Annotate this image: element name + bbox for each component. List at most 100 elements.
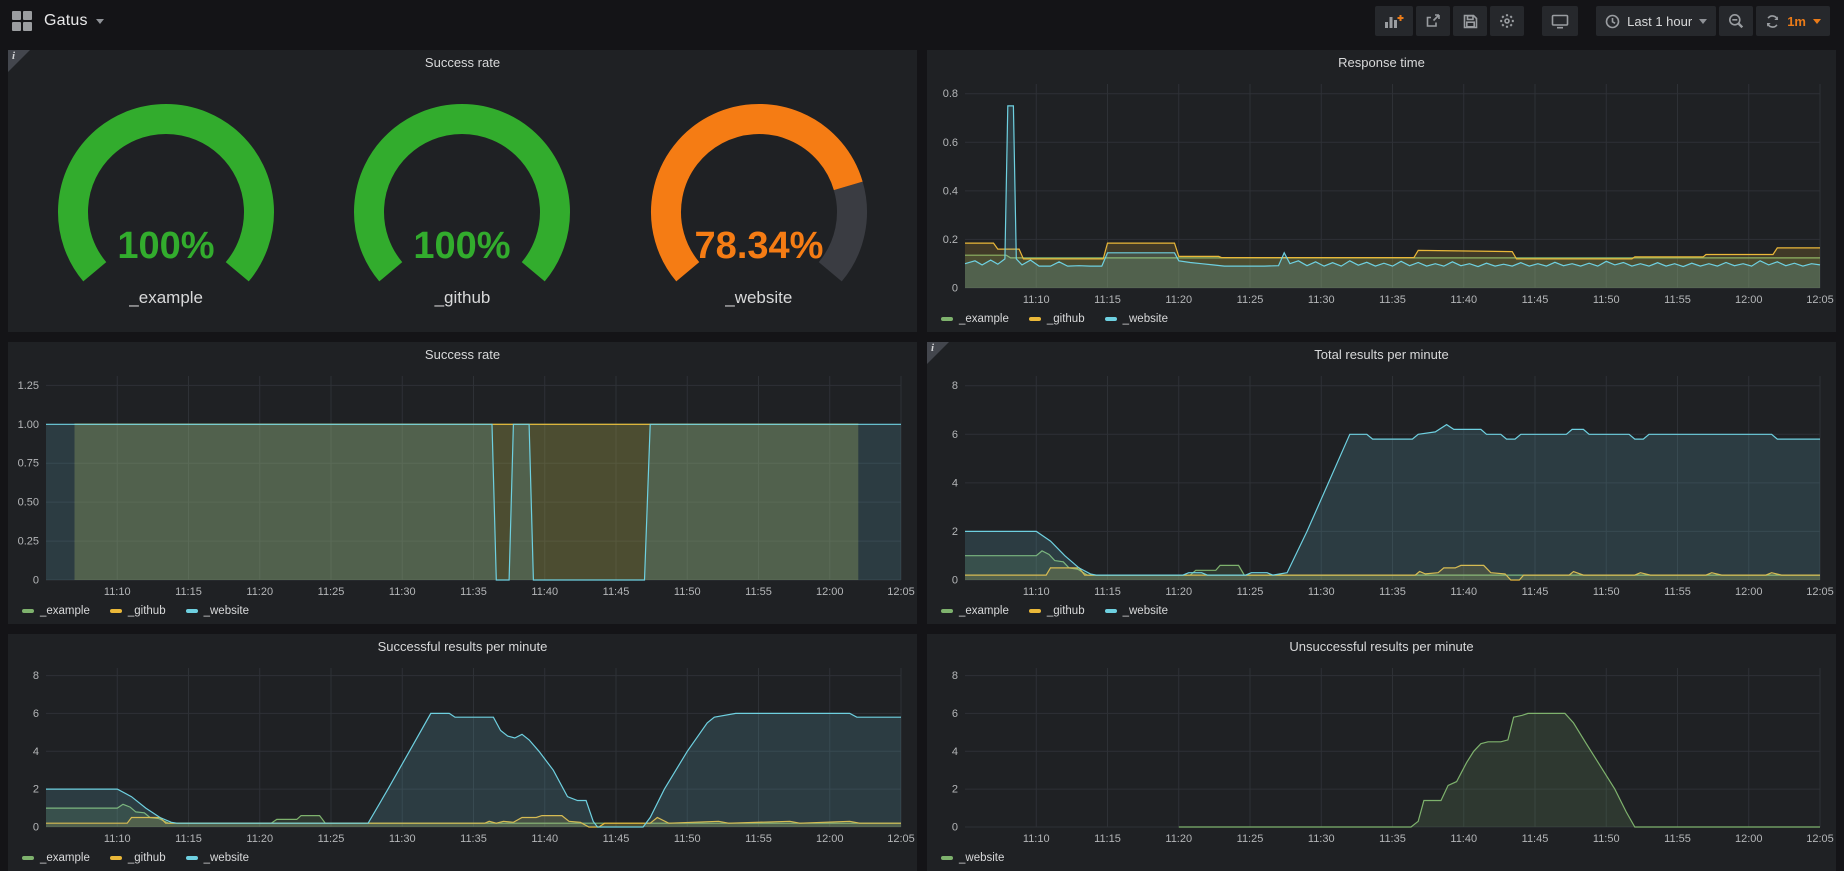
legend-item-_github[interactable]: _github [1029, 313, 1085, 325]
chart-canvas: 0246811:1011:1511:2011:2511:3011:3511:40… [927, 660, 1836, 849]
legend-item-_example[interactable]: _example [22, 605, 90, 617]
panel-title[interactable]: Total results per minute [927, 342, 1836, 368]
info-i: i [12, 50, 15, 62]
svg-text:11:55: 11:55 [1664, 294, 1691, 306]
svg-text:11:10: 11:10 [1023, 294, 1050, 306]
svg-text:8: 8 [33, 670, 39, 682]
svg-text:11:30: 11:30 [1308, 833, 1335, 845]
panel-title[interactable]: Success rate [8, 50, 917, 76]
legend-series-name: _website [959, 852, 1004, 864]
svg-text:0: 0 [952, 283, 958, 295]
panel-successful-results: i Successful results per minute 0246811:… [8, 634, 917, 871]
tv-icon [1551, 14, 1569, 29]
svg-text:11:20: 11:20 [1165, 833, 1192, 845]
save-button[interactable] [1453, 6, 1487, 36]
gauge-label: _example [129, 288, 203, 308]
gauge-label: _github [435, 288, 491, 308]
svg-text:11:40: 11:40 [1450, 294, 1477, 306]
svg-text:1.25: 1.25 [18, 380, 39, 392]
svg-text:8: 8 [952, 670, 958, 682]
legend-item-_example[interactable]: _example [941, 313, 1009, 325]
svg-text:12:00: 12:00 [816, 586, 844, 598]
svg-text:11:35: 11:35 [460, 586, 487, 598]
svg-text:11:50: 11:50 [1593, 294, 1620, 306]
panel-info-icon[interactable]: i [8, 50, 30, 72]
legend-item-_example[interactable]: _example [941, 605, 1009, 617]
logo-square [23, 11, 32, 20]
legend-series-color [22, 609, 34, 613]
chart-area[interactable]: 00.20.40.60.811:1011:1511:2011:2511:3011… [927, 76, 1836, 310]
grafana-apps-icon[interactable] [12, 11, 32, 31]
svg-text:11:20: 11:20 [1165, 294, 1192, 306]
svg-text:11:30: 11:30 [389, 586, 416, 598]
svg-text:11:20: 11:20 [1165, 586, 1192, 598]
panel-title[interactable]: Success rate [8, 342, 917, 368]
svg-text:11:25: 11:25 [1237, 586, 1264, 598]
add-panel-button[interactable] [1375, 6, 1413, 36]
svg-text:11:45: 11:45 [1522, 586, 1549, 598]
legend-series-name: _github [128, 605, 166, 617]
panel-title[interactable]: Response time [927, 50, 1836, 76]
chevron-down-icon [96, 19, 104, 24]
chart-area[interactable]: 0246811:1011:1511:2011:2511:3011:3511:40… [927, 368, 1836, 602]
chart-canvas: 0246811:1011:1511:2011:2511:3011:3511:40… [8, 660, 917, 849]
svg-text:11:35: 11:35 [460, 833, 487, 845]
legend-item-_website[interactable]: _website [186, 852, 249, 864]
chart-area[interactable]: 0246811:1011:1511:2011:2511:3011:3511:40… [927, 660, 1836, 849]
legend-series-name: _website [204, 852, 249, 864]
panel-title[interactable]: Unsuccessful results per minute [927, 634, 1836, 660]
info-i: i [931, 342, 934, 354]
zoom-out-button[interactable] [1719, 6, 1753, 36]
svg-text:12:05: 12:05 [1806, 294, 1834, 306]
legend-item-_github[interactable]: _github [110, 605, 166, 617]
refresh-interval-label: 1m [1787, 14, 1806, 29]
chart-legend: _example _github _website [8, 849, 917, 871]
svg-text:0.4: 0.4 [943, 185, 958, 197]
legend-item-_website[interactable]: _website [941, 852, 1004, 864]
panel-success-rate-gauges: i Success rate 100%_example100%_github78… [8, 50, 917, 332]
panel-response-time: i Response time 00.20.40.60.811:1011:151… [927, 50, 1836, 332]
panel-info-icon[interactable]: i [927, 342, 949, 364]
svg-text:2: 2 [952, 526, 958, 538]
svg-text:11:40: 11:40 [1450, 833, 1477, 845]
legend-series-name: _github [1047, 605, 1085, 617]
time-range-picker[interactable]: Last 1 hour [1596, 6, 1716, 36]
chevron-down-icon [1813, 19, 1821, 24]
legend-series-color [1029, 317, 1041, 321]
svg-text:6: 6 [952, 429, 958, 441]
add-panel-icon [1384, 13, 1404, 29]
svg-text:11:15: 11:15 [1094, 586, 1121, 598]
settings-button[interactable] [1490, 6, 1524, 36]
svg-text:11:10: 11:10 [104, 833, 131, 845]
svg-text:11:35: 11:35 [1379, 294, 1406, 306]
legend-item-_github[interactable]: _github [1029, 605, 1085, 617]
svg-text:11:40: 11:40 [531, 833, 558, 845]
chart-area[interactable]: 00.250.500.751.001.2511:1011:1511:2011:2… [8, 368, 917, 602]
svg-text:11:45: 11:45 [603, 833, 630, 845]
chart-area[interactable]: 0246811:1011:1511:2011:2511:3011:3511:40… [8, 660, 917, 849]
legend-series-color [941, 609, 953, 613]
dashboard-grid: i Success rate 100%_example100%_github78… [0, 42, 1844, 871]
legend-series-name: _example [959, 313, 1009, 325]
zoom-out-icon [1728, 13, 1744, 29]
share-icon [1425, 13, 1441, 29]
legend-series-color [941, 856, 953, 860]
panel-body: 0246811:1011:1511:2011:2511:3011:3511:40… [8, 660, 917, 871]
legend-series-name: _github [128, 852, 166, 864]
panel-title[interactable]: Successful results per minute [8, 634, 917, 660]
legend-item-_website[interactable]: _website [186, 605, 249, 617]
svg-text:12:00: 12:00 [1735, 833, 1763, 845]
share-button[interactable] [1416, 6, 1450, 36]
legend-series-color [186, 856, 198, 860]
dashboard-title-dropdown[interactable]: Gatus [44, 12, 104, 30]
legend-item-_website[interactable]: _website [1105, 313, 1168, 325]
gauge-value: 100% [414, 225, 511, 267]
refresh-picker[interactable]: 1m [1756, 6, 1830, 36]
legend-item-_github[interactable]: _github [110, 852, 166, 864]
svg-text:4: 4 [952, 477, 958, 489]
tv-mode-button[interactable] [1542, 6, 1578, 36]
legend-item-_example[interactable]: _example [22, 852, 90, 864]
svg-text:11:45: 11:45 [603, 586, 630, 598]
legend-item-_website[interactable]: _website [1105, 605, 1168, 617]
panel-total-results: i Total results per minute 0246811:1011:… [927, 342, 1836, 624]
